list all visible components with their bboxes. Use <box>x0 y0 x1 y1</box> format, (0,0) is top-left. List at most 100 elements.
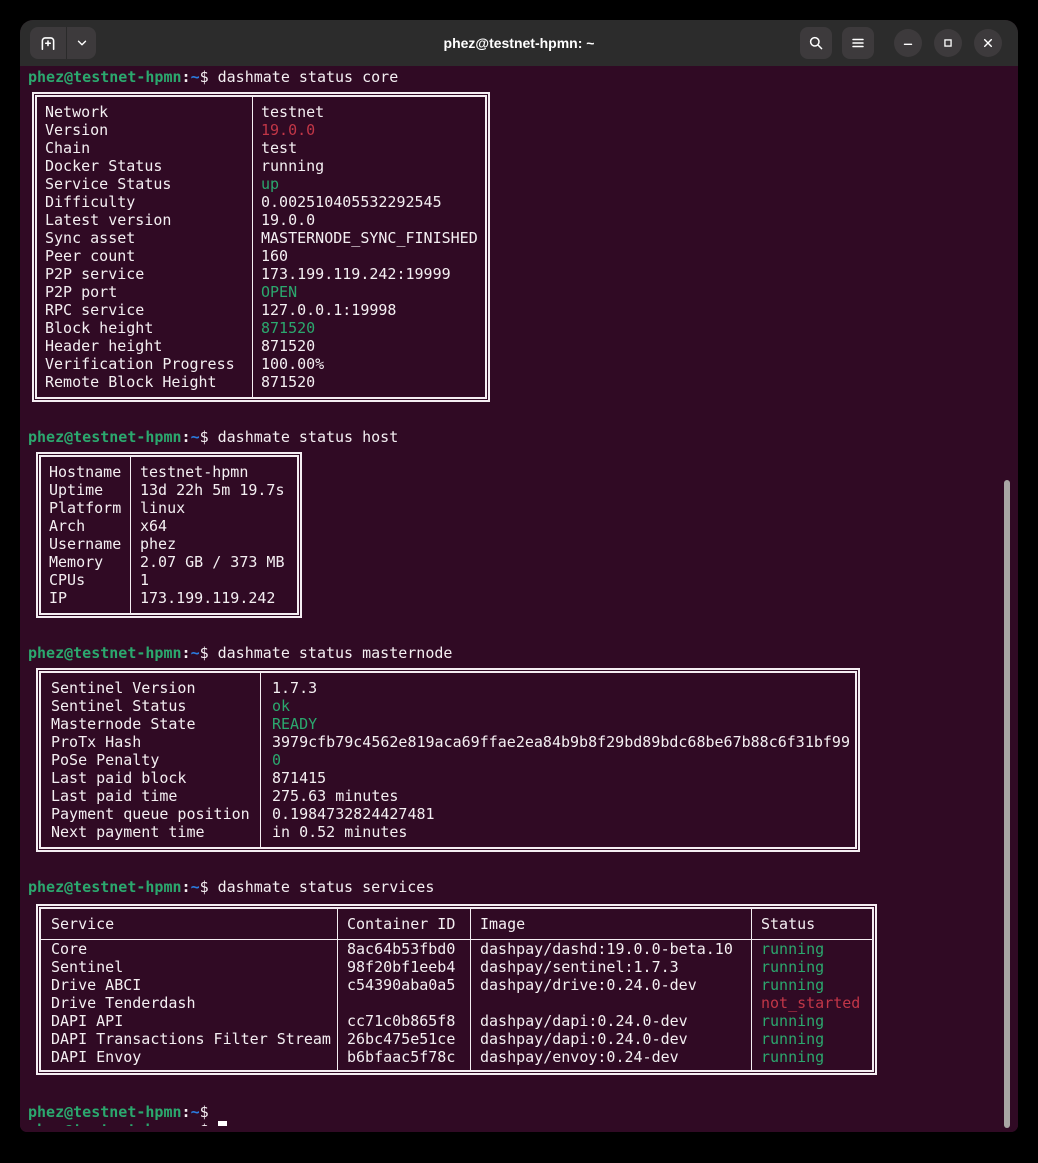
close-button[interactable] <box>974 29 1002 57</box>
table-row: Network testnet <box>37 103 485 121</box>
command-text: dashmate status core <box>218 68 399 86</box>
command-text: dashmate status services <box>218 878 435 896</box>
prompt-line-core: phez@testnet-hpmn:~$dashmate status core <box>28 68 1018 86</box>
table-row: Arch x64 <box>41 517 297 535</box>
prompt-path: ~ <box>191 1103 200 1121</box>
prompt-user: phez@testnet-hpmn <box>28 878 182 896</box>
row-value: 160 <box>252 247 485 265</box>
host-status-table: Hostname testnet-hpmn Uptime 13d 22h 5m … <box>36 452 302 618</box>
header-image: Image <box>470 915 751 933</box>
row-label: Verification Progress <box>37 355 252 373</box>
row-value: 0 <box>260 751 855 769</box>
table-row: Difficulty 0.002510405532292545 <box>37 193 485 211</box>
minimize-button[interactable] <box>894 29 922 57</box>
cell-image: dashpay/dashd:19.0.0-beta.10 <box>470 940 751 958</box>
scrollbar-thumb[interactable] <box>1004 480 1010 1128</box>
row-label: Sentinel Version <box>41 679 260 697</box>
prompt-colon: : <box>182 428 191 446</box>
row-value: 2.07 GB / 373 MB <box>130 553 297 571</box>
terminal-output-area[interactable]: phez@testnet-hpmn:~$dashmate status core… <box>20 66 1018 1132</box>
row-value: 173.199.119.242:19999 <box>252 265 485 283</box>
prompt-symbol: $ <box>200 878 209 896</box>
table-row: Version 19.0.0 <box>37 121 485 139</box>
row-label: Platform <box>41 499 130 517</box>
table-row: Masternode State READY <box>41 715 855 733</box>
row-label: Network <box>37 103 252 121</box>
row-label: Last paid time <box>41 787 260 805</box>
cell-container-id: 8ac64b53fbd0 <box>337 940 470 958</box>
prompt-path: ~ <box>191 644 200 662</box>
row-value: running <box>252 157 485 175</box>
row-label: PoSe Penalty <box>41 751 260 769</box>
cell-service: Core <box>41 940 337 958</box>
cell-service: DAPI Envoy <box>41 1048 337 1066</box>
row-value: OPEN <box>252 283 485 301</box>
row-value: 3979cfb79c4562e819aca69ffae2ea84b9b8f29b… <box>260 733 855 751</box>
table-row: Drive Tenderdash not_started <box>41 994 872 1012</box>
row-value: MASTERNODE_SYNC_FINISHED <box>252 229 485 247</box>
row-value: test <box>252 139 485 157</box>
table-row: ProTx Hash 3979cfb79c4562e819aca69ffae2e… <box>41 733 855 751</box>
prompt-symbol: $ <box>200 644 209 662</box>
table-row: DAPI API cc71c0b865f8 dashpay/dapi:0.24.… <box>41 1012 872 1030</box>
prompt-user: phez@testnet-hpmn <box>28 68 182 86</box>
table-row: P2P port OPEN <box>37 283 485 301</box>
table-row: Core 8ac64b53fbd0 dashpay/dashd:19.0.0-b… <box>41 940 872 958</box>
table-row: PoSe Penalty 0 <box>41 751 855 769</box>
new-tab-button[interactable] <box>30 27 66 59</box>
command-text: dashmate status host <box>218 428 399 446</box>
row-label: Uptime <box>41 481 130 499</box>
cell-service: Drive Tenderdash <box>41 994 337 1012</box>
tab-chooser-button[interactable] <box>66 27 96 59</box>
table-row: Sentinel Status ok <box>41 697 855 715</box>
cell-image: dashpay/envoy:0.24-dev <box>470 1048 751 1066</box>
row-label: Sentinel Status <box>41 697 260 715</box>
prompt-line-masternode: phez@testnet-hpmn:~$dashmate status mast… <box>28 644 1018 662</box>
prompt-symbol: $ <box>200 1103 209 1121</box>
table-row: Sync asset MASTERNODE_SYNC_FINISHED <box>37 229 485 247</box>
table-row: Latest version 19.0.0 <box>37 211 485 229</box>
row-value: READY <box>260 715 855 733</box>
prompt-colon: : <box>182 644 191 662</box>
maximize-button[interactable] <box>934 29 962 57</box>
row-value: testnet <box>252 103 485 121</box>
row-label: P2P port <box>37 283 252 301</box>
cell-container-id: b6bfaac5f78c <box>337 1048 470 1066</box>
table-row: Docker Status running <box>37 157 485 175</box>
row-label: Remote Block Height <box>37 373 252 391</box>
row-label: Payment queue position <box>41 805 260 823</box>
row-label: Next payment time <box>41 823 260 841</box>
cell-status: running <box>751 1030 872 1048</box>
table-row: Username phez <box>41 535 297 553</box>
row-label: Username <box>41 535 130 553</box>
prompt-user: phez@testnet-hpmn <box>28 1103 182 1121</box>
row-label: Block height <box>37 319 252 337</box>
row-label: Last paid block <box>41 769 260 787</box>
cell-image: dashpay/dapi:0.24.0-dev <box>470 1030 751 1048</box>
row-label: Hostname <box>41 463 130 481</box>
row-label: Peer count <box>37 247 252 265</box>
prompt-line-current: phez@testnet-hpmn:~$ <box>28 1103 1018 1121</box>
table-row: CPUs 1 <box>41 571 297 589</box>
row-label: Latest version <box>37 211 252 229</box>
prompt-symbol: $ <box>200 428 209 446</box>
row-value: 871520 <box>252 337 485 355</box>
row-label: Chain <box>37 139 252 157</box>
titlebar[interactable]: phez@testnet-hpmn: ~ <box>20 20 1018 66</box>
header-status: Status <box>751 915 872 933</box>
cross-icon <box>981 36 995 50</box>
row-value: ok <box>260 697 855 715</box>
search-button[interactable] <box>800 27 832 59</box>
row-value: 871520 <box>252 319 485 337</box>
cell-service: Drive ABCI <box>41 976 337 994</box>
row-value: 871415 <box>260 769 855 787</box>
row-value: testnet-hpmn <box>130 463 297 481</box>
row-value: 100.00% <box>252 355 485 373</box>
cell-status: running <box>751 1012 872 1030</box>
tab-plus-icon <box>39 34 57 52</box>
table-row: Remote Block Height 871520 <box>37 373 485 391</box>
cell-container-id: c54390aba0a5 <box>337 976 470 994</box>
cell-service: Sentinel <box>41 958 337 976</box>
menu-button[interactable] <box>842 27 874 59</box>
row-value: 275.63 minutes <box>260 787 855 805</box>
